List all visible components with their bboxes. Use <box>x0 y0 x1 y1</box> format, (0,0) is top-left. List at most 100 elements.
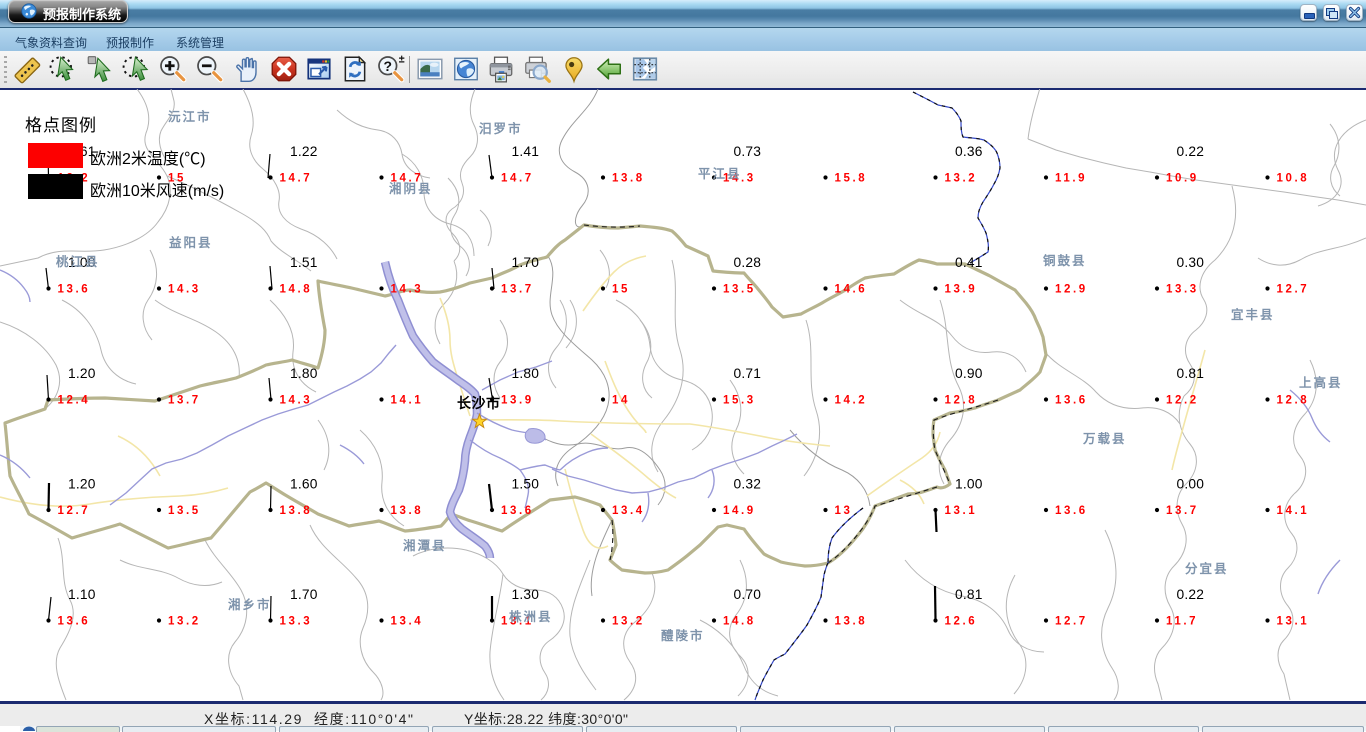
svg-text:欧洲10米风速(m/s): 欧洲10米风速(m/s) <box>90 182 224 200</box>
svg-text:14.2: 14.2 <box>835 395 868 407</box>
svg-text:13.2: 13.2 <box>612 616 645 628</box>
svg-text:15: 15 <box>612 284 630 296</box>
svg-text:1.20: 1.20 <box>68 366 96 381</box>
svg-text:13.9: 13.9 <box>945 284 978 296</box>
svg-text:桃江县: 桃江县 <box>56 254 100 269</box>
svg-text:14: 14 <box>612 395 630 407</box>
svg-text:10.9: 10.9 <box>1166 173 1199 185</box>
svg-text:0.81: 0.81 <box>1177 366 1205 381</box>
svg-text:0.71: 0.71 <box>734 366 762 381</box>
svg-text:±: ± <box>399 54 405 66</box>
svg-text:13.6: 13.6 <box>1055 505 1088 517</box>
svg-text:1.41: 1.41 <box>512 144 540 159</box>
svg-text:0.22: 0.22 <box>1177 587 1205 602</box>
svg-text:14.1: 14.1 <box>1277 505 1310 517</box>
svg-text:13.5: 13.5 <box>723 284 756 296</box>
svg-text:13.7: 13.7 <box>168 395 201 407</box>
svg-text:15.8: 15.8 <box>835 173 868 185</box>
svg-text:13.8: 13.8 <box>612 173 645 185</box>
svg-text:万载县: 万载县 <box>1082 431 1127 446</box>
svg-text:14.3: 14.3 <box>280 395 313 407</box>
svg-text:14.1: 14.1 <box>391 395 424 407</box>
svg-text:12.4: 12.4 <box>58 395 91 407</box>
svg-text:13.8: 13.8 <box>280 505 313 517</box>
svg-text:12.2: 12.2 <box>1166 395 1199 407</box>
svg-text:13.1: 13.1 <box>945 505 978 517</box>
svg-text:格点图例: 格点图例 <box>25 116 97 135</box>
svg-text:分宜县: 分宜县 <box>1185 561 1229 576</box>
svg-text:?: ? <box>384 58 393 74</box>
svg-text:12.9: 12.9 <box>1055 284 1088 296</box>
svg-text:14.9: 14.9 <box>723 505 756 517</box>
svg-text:14.3: 14.3 <box>391 284 424 296</box>
svg-text:0.36: 0.36 <box>955 144 983 159</box>
svg-text:益阳县: 益阳县 <box>169 235 213 250</box>
svg-text:平江县: 平江县 <box>698 166 742 181</box>
svg-text:1.10: 1.10 <box>68 587 96 602</box>
svg-text:10.8: 10.8 <box>1277 173 1310 185</box>
svg-text:0.00: 0.00 <box>1177 477 1205 492</box>
svg-text:欧洲2米温度(℃): 欧洲2米温度(℃) <box>90 150 206 168</box>
svg-text:醴陵市: 醴陵市 <box>661 628 705 643</box>
svg-text:13.5: 13.5 <box>168 505 201 517</box>
svg-text:1.22: 1.22 <box>290 144 318 159</box>
svg-text:1.50: 1.50 <box>512 477 540 492</box>
svg-text:0.81: 0.81 <box>955 587 983 602</box>
svg-text:12.7: 12.7 <box>58 505 91 517</box>
svg-text:13.7: 13.7 <box>1166 505 1199 517</box>
svg-text:0.41: 0.41 <box>955 255 983 270</box>
svg-text:0.28: 0.28 <box>734 255 762 270</box>
svg-text:14.8: 14.8 <box>280 284 313 296</box>
svg-text:0.73: 0.73 <box>734 144 762 159</box>
svg-text:13.4: 13.4 <box>612 505 645 517</box>
svg-text:13.1: 13.1 <box>1277 616 1310 628</box>
svg-text:13.2: 13.2 <box>168 616 201 628</box>
svg-text:12.8: 12.8 <box>1277 395 1310 407</box>
svg-text:上高县: 上高县 <box>1299 375 1343 390</box>
svg-text:11.7: 11.7 <box>1166 616 1198 628</box>
svg-text:株洲县: 株洲县 <box>509 609 553 624</box>
svg-text:13.6: 13.6 <box>1055 395 1088 407</box>
svg-text:1.80: 1.80 <box>290 366 318 381</box>
svg-text:宜丰县: 宜丰县 <box>1231 307 1275 322</box>
svg-text:0.22: 0.22 <box>1177 144 1205 159</box>
svg-text:13: 13 <box>835 505 853 517</box>
svg-text:14.8: 14.8 <box>723 616 756 628</box>
svg-text:湘阴县: 湘阴县 <box>389 181 433 196</box>
svg-text:1.70: 1.70 <box>512 255 540 270</box>
svg-text:0.32: 0.32 <box>734 477 762 492</box>
svg-text:14.7: 14.7 <box>501 173 534 185</box>
svg-text:1.00: 1.00 <box>955 477 983 492</box>
svg-text:沅江市: 沅江市 <box>168 109 212 124</box>
svg-text:0.30: 0.30 <box>1177 255 1205 270</box>
svg-text:13.7: 13.7 <box>501 284 534 296</box>
svg-text:1.70: 1.70 <box>290 587 318 602</box>
svg-text:汨罗市: 汨罗市 <box>479 121 523 136</box>
svg-text:1.20: 1.20 <box>68 477 96 492</box>
svg-text:12.6: 12.6 <box>945 616 978 628</box>
svg-text:1.80: 1.80 <box>512 366 540 381</box>
svg-text:15.3: 15.3 <box>723 395 756 407</box>
svg-text:12.8: 12.8 <box>945 395 978 407</box>
svg-text:13.8: 13.8 <box>391 505 424 517</box>
svg-text:0.70: 0.70 <box>734 587 762 602</box>
svg-text:湘潭县: 湘潭县 <box>403 538 447 553</box>
svg-text:13.8: 13.8 <box>835 616 868 628</box>
svg-text:13.4: 13.4 <box>391 616 424 628</box>
svg-text:12.7: 12.7 <box>1277 284 1310 296</box>
svg-text:1.60: 1.60 <box>290 477 318 492</box>
svg-text:13.2: 13.2 <box>945 173 978 185</box>
svg-text:13.6: 13.6 <box>58 616 91 628</box>
svg-text:13.6: 13.6 <box>501 505 534 517</box>
svg-text:14.7: 14.7 <box>280 173 313 185</box>
svg-text:14.3: 14.3 <box>168 284 201 296</box>
svg-text:0.90: 0.90 <box>955 366 983 381</box>
svg-text:11.9: 11.9 <box>1055 173 1087 185</box>
svg-text:14.6: 14.6 <box>835 284 868 296</box>
svg-text:湘乡市: 湘乡市 <box>228 597 272 612</box>
svg-text:12.7: 12.7 <box>1055 616 1088 628</box>
svg-text:1.30: 1.30 <box>512 587 540 602</box>
svg-text:13.3: 13.3 <box>280 616 313 628</box>
svg-text:13.3: 13.3 <box>1166 284 1199 296</box>
svg-text:长沙市: 长沙市 <box>457 395 501 411</box>
